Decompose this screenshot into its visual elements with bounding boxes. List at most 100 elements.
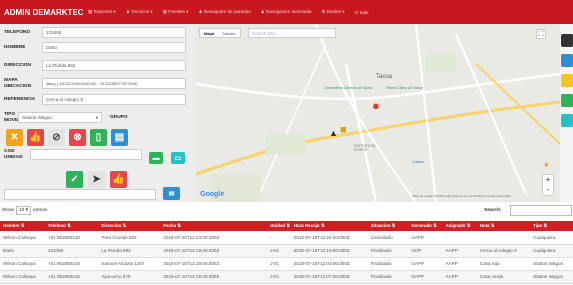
column-header[interactable]: Telefono ⇅ bbox=[44, 221, 99, 231]
table-cell: Cerca al colegio X bbox=[476, 244, 531, 258]
mobile-icon: ▯ bbox=[95, 132, 102, 143]
ban-icon: ⊘ bbox=[52, 132, 61, 143]
map-canvas bbox=[196, 24, 560, 202]
table-row[interactable]: Wilson Calisaya +51 952080215 Para Grande … bbox=[0, 231, 573, 245]
block-button[interactable]: ⊘ bbox=[48, 129, 65, 146]
table-cell: Dario bbox=[0, 244, 45, 258]
column-header[interactable]: Fecha ⇅ bbox=[160, 221, 268, 231]
mapa-input[interactable]: latlng (-18.02221693240162, -70.25255377… bbox=[42, 78, 186, 89]
tipo-row: TIPO MOVIL Station Wagon ▾ GRUPO bbox=[4, 112, 134, 123]
nav-paneles[interactable]: ▦ Paneles ▾ bbox=[163, 9, 189, 15]
table-row[interactable]: Wilson Calisaya +51 952080215 Ayacucho 670… bbox=[0, 270, 573, 284]
map-view[interactable]: Mapa Satelite Search Box ⛶ Tacna Cemente… bbox=[196, 24, 560, 202]
vehicle-marker-icon[interactable]: ▲ bbox=[329, 128, 338, 138]
map-poi-cementerio: Cementerio General de Tacna bbox=[324, 86, 372, 90]
table-controls: Show 10 ▾ entries Search: bbox=[0, 205, 573, 219]
nav-navegador[interactable]: ♟ Navegador de paradas bbox=[198, 9, 250, 15]
tipo-label: TIPO MOVIL bbox=[4, 112, 20, 123]
cod-unidad-input[interactable] bbox=[30, 149, 142, 160]
tipo-select[interactable]: Station Wagon ▾ bbox=[18, 112, 102, 123]
telefono-label: TELEFONO bbox=[4, 29, 31, 35]
side-star-button[interactable] bbox=[561, 74, 573, 87]
table-cell: 2018-07-16T12:18:00.000Z bbox=[160, 257, 268, 271]
check-icon: ✓ bbox=[70, 174, 79, 185]
confirm-button[interactable]: ✓ bbox=[66, 171, 83, 188]
column-header[interactable]: Unidad ⇅ bbox=[267, 221, 291, 231]
side-red-button[interactable] bbox=[561, 34, 573, 47]
send-location-button[interactable]: ➤ bbox=[88, 171, 105, 188]
table-cell: Samuel Alcazar 1167 bbox=[98, 257, 161, 271]
zoom-in-button[interactable]: + bbox=[543, 175, 553, 185]
x-circle-icon: ⊗ bbox=[73, 132, 82, 143]
zoom-out-button[interactable]: - bbox=[543, 185, 553, 195]
send-message-button[interactable]: ✉ bbox=[163, 187, 180, 200]
like-button[interactable]: 👍 bbox=[27, 129, 44, 146]
side-car-button[interactable] bbox=[561, 54, 573, 67]
nav-reportes[interactable]: ▦ Reportes ▾ bbox=[88, 9, 116, 15]
table-cell: 2018-07-16T12:19:00.000Z bbox=[160, 244, 268, 258]
map-type-map[interactable]: Mapa bbox=[200, 31, 218, 36]
table-header-row: Nombre ⇅ Telefono ⇅ Direccion ⇅ Fecha ⇅ Unid… bbox=[0, 221, 573, 231]
table-cell: Station Wagon bbox=[530, 270, 573, 284]
map-type-satellite[interactable]: Satelite bbox=[218, 31, 239, 36]
table-cell: AAPP bbox=[442, 270, 477, 284]
table-cell: Station Wagon bbox=[530, 257, 573, 271]
table-cell: Ayacucho 670 bbox=[98, 270, 161, 284]
entries-select[interactable]: 10 ▾ bbox=[16, 206, 32, 215]
table-cell: +51 952080215 bbox=[44, 257, 99, 271]
reject-button[interactable]: ⊗ bbox=[69, 129, 86, 146]
car-button[interactable]: ▬ bbox=[149, 152, 163, 164]
street-view-icon[interactable]: ● bbox=[544, 160, 553, 171]
column-header[interactable]: Direccion ⇅ bbox=[98, 221, 161, 231]
cancel-order-button[interactable]: ✕ bbox=[6, 129, 23, 146]
column-header[interactable]: Tipo ⇅ bbox=[530, 221, 573, 231]
table-cell: GAPP bbox=[408, 257, 443, 271]
location-arrow-icon: ➤ bbox=[92, 174, 101, 185]
table-cell: 2018-07-16T12:19:00.000Z bbox=[290, 244, 368, 258]
destination-pin-icon[interactable]: ● bbox=[372, 98, 380, 113]
map-type-toggle: Mapa Satelite bbox=[199, 28, 241, 38]
table-cell: +51 952080215 bbox=[44, 270, 99, 284]
mapa-row: MAPA UBICACION latlng (-18.0222169324016… bbox=[4, 78, 186, 89]
column-header[interactable]: Nota ⇅ bbox=[476, 221, 531, 231]
map-district-label: DISTRITO EL MONTE bbox=[354, 144, 376, 152]
nav-label: Tecnicos bbox=[131, 9, 150, 14]
table-cell: - bbox=[267, 231, 291, 245]
table-cell: AAPP bbox=[442, 257, 477, 271]
approve-button[interactable]: 👍 bbox=[110, 171, 127, 188]
column-header[interactable]: Situacion ⇅ bbox=[367, 221, 409, 231]
column-header[interactable]: Hora Recojo ⇅ bbox=[290, 221, 368, 231]
taxi-marker-icon[interactable]: ■ bbox=[340, 124, 347, 136]
nav-basket[interactable]: ⚙ Basket ▾ bbox=[322, 9, 345, 15]
table-cell bbox=[476, 231, 531, 245]
nav-salir[interactable]: ⏻ Salir bbox=[355, 10, 369, 15]
map-search-input[interactable]: Search Box bbox=[248, 28, 336, 38]
side-green-button[interactable] bbox=[561, 94, 573, 107]
brand-title[interactable]: ADMIN DEMARKTEC bbox=[0, 8, 88, 17]
side-teal-button[interactable] bbox=[561, 114, 573, 127]
table-search-input[interactable] bbox=[510, 205, 572, 216]
column-header[interactable]: Generado ⇅ bbox=[408, 221, 443, 231]
side-toolbar bbox=[560, 24, 573, 202]
direccion-input[interactable]: La Florida 992 bbox=[42, 60, 186, 71]
nombre-input[interactable]: Dario bbox=[42, 42, 186, 53]
referencia-input[interactable]: Cerca al colegio X bbox=[42, 94, 186, 105]
nav-tecnicos[interactable]: ♟ Tecnicos ▾ bbox=[126, 9, 153, 15]
save-button[interactable]: ▤ bbox=[111, 129, 128, 146]
fullscreen-button[interactable]: ⛶ bbox=[536, 29, 546, 39]
phone-button[interactable]: ▯ bbox=[90, 129, 107, 146]
fullscreen-icon: ⛶ bbox=[538, 31, 544, 38]
entries-label: entries bbox=[33, 208, 48, 213]
table-cell: Para Grande 553 bbox=[98, 231, 161, 245]
nav-navegacion-avanzada[interactable]: ♟ Navegacion avanzada bbox=[261, 9, 312, 15]
map-city-label: Tacna bbox=[376, 74, 393, 80]
order-form-panel: TELEFONO 123456 NOMBRE Dario DIRECCION L… bbox=[0, 24, 196, 202]
column-header[interactable]: Asignado ⇅ bbox=[442, 221, 477, 231]
table-cell: 2018-07-16T12:15:00.000Z bbox=[160, 270, 268, 284]
message-input[interactable] bbox=[4, 189, 156, 200]
telefono-input[interactable]: 123456 bbox=[42, 27, 186, 38]
card-button[interactable]: ▭ bbox=[171, 152, 185, 164]
table-row[interactable]: Dario 123456 La Florida 992 2018-07-16T12:1… bbox=[0, 244, 573, 258]
column-header[interactable]: Nombre ⇅ bbox=[0, 221, 45, 231]
table-row[interactable]: Wilson Calisaya +51 952080215 Samuel Alcaz… bbox=[0, 257, 573, 271]
